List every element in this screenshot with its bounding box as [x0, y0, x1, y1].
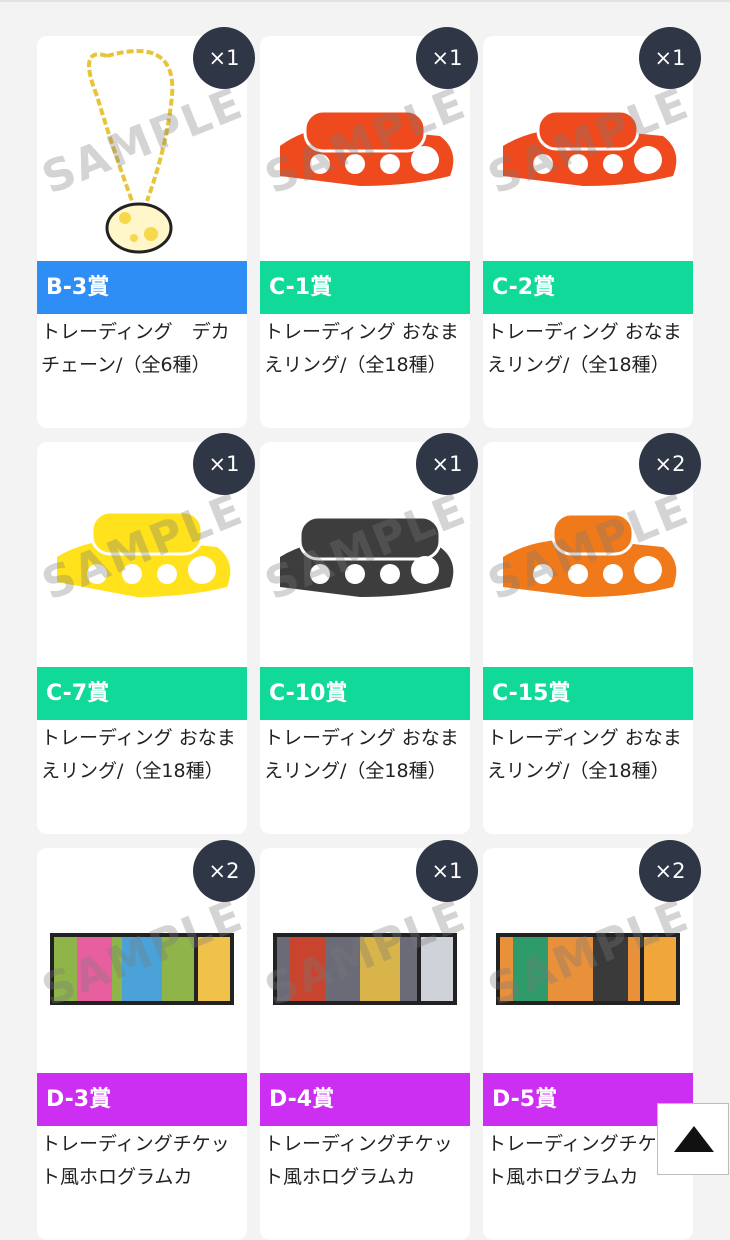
item-description: トレーディング おなまえリング/（全18種） [264, 321, 459, 376]
quantity-badge: ×1 [193, 27, 255, 89]
prize-grid: SAMPLE B-3賞 トレーディング デカチェーン/（全6種） SAMPLE … [0, 0, 730, 1240]
quantity-badge: ×2 [193, 840, 255, 902]
item-description: トレーディング おなまえリング/（全18種） [487, 727, 682, 782]
prize-card-c15[interactable]: SAMPLE C-15賞 トレーディング おなまえリング/（全18種） [483, 442, 693, 834]
prize-card-c10[interactable]: SAMPLE C-10賞 トレーディング おなまえリング/（全18種） [260, 442, 470, 834]
prize-label: B-3賞 [37, 261, 247, 314]
item-description: トレーディング おなまえリング/（全18種） [41, 727, 236, 782]
prize-label: C-7賞 [37, 667, 247, 720]
item-description: トレーディング おなまえリング/（全18種） [487, 321, 682, 376]
quantity-badge: ×2 [639, 840, 701, 902]
prize-card-c2[interactable]: SAMPLE C-2賞 トレーディング おなまえリング/（全18種） [483, 36, 693, 428]
item-description: トレーディングチケット風ホログラムカ [264, 1133, 453, 1188]
quantity-badge: ×2 [639, 433, 701, 495]
quantity-badge: ×1 [639, 27, 701, 89]
item-description: トレーディングチケット風ホログラムカ [41, 1133, 230, 1188]
prize-card-d3[interactable]: SAMPLE D-3賞 トレーディングチケット風ホログラムカ [37, 848, 247, 1240]
prize-label: D-3賞 [37, 1073, 247, 1126]
scroll-to-top-button[interactable] [657, 1103, 729, 1175]
triangle-up-icon [674, 1126, 714, 1152]
prize-card-c7[interactable]: SAMPLE C-7賞 トレーディング おなまえリング/（全18種） [37, 442, 247, 834]
quantity-badge: ×1 [416, 840, 478, 902]
prize-label: D-4賞 [260, 1073, 470, 1126]
prize-label: C-1賞 [260, 261, 470, 314]
prize-card-c1[interactable]: SAMPLE C-1賞 トレーディング おなまえリング/（全18種） [260, 36, 470, 428]
item-description: トレーディング デカチェーン/（全6種） [41, 321, 230, 376]
item-description: トレーディング おなまえリング/（全18種） [264, 727, 459, 782]
quantity-badge: ×1 [416, 433, 478, 495]
prize-card-b3[interactable]: SAMPLE B-3賞 トレーディング デカチェーン/（全6種） [37, 36, 247, 428]
prize-card-d4[interactable]: SAMPLE D-4賞 トレーディングチケット風ホログラムカ [260, 848, 470, 1240]
prize-label: C-10賞 [260, 667, 470, 720]
quantity-badge: ×1 [416, 27, 478, 89]
prize-label: C-15賞 [483, 667, 693, 720]
prize-card-d5[interactable]: SAMPLE D-5賞 トレーディングチケット風ホログラムカ [483, 848, 693, 1240]
prize-label: C-2賞 [483, 261, 693, 314]
quantity-badge: ×1 [193, 433, 255, 495]
